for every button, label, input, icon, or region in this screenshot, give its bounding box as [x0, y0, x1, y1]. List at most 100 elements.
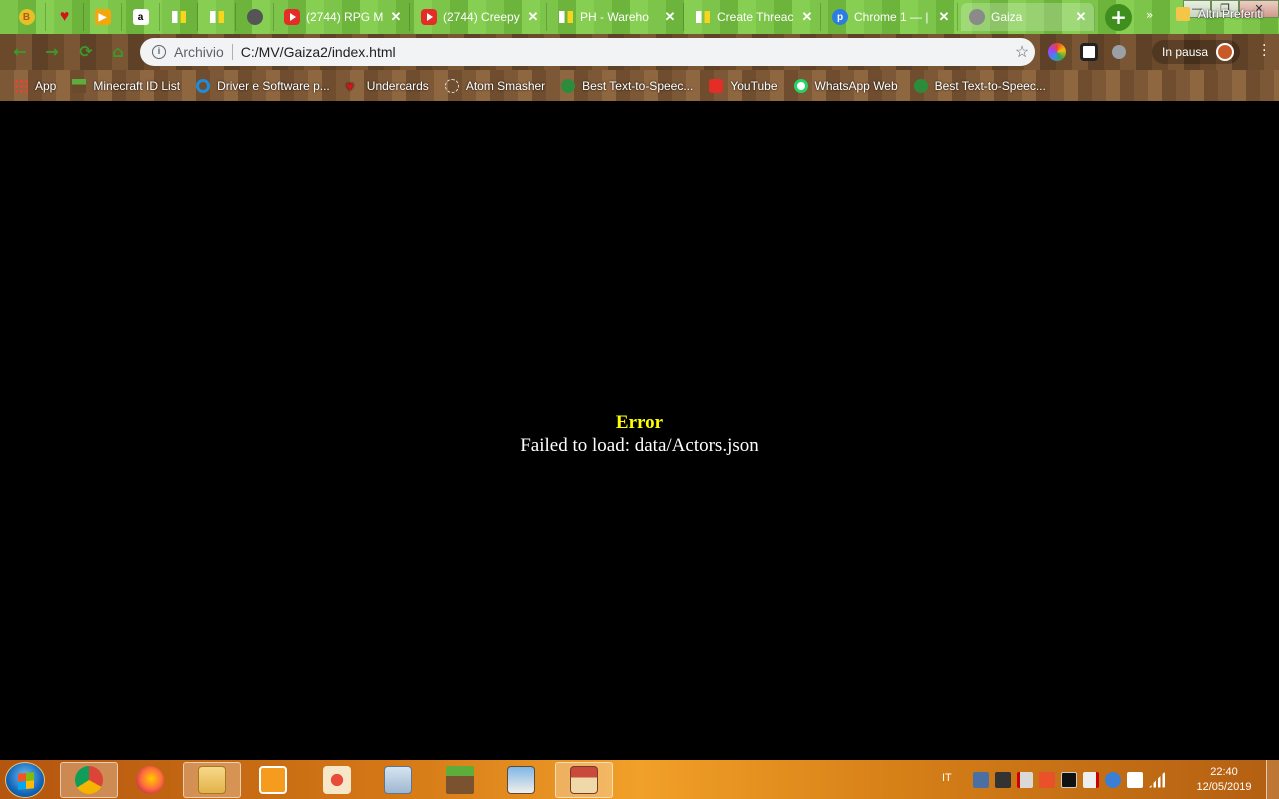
- taskbar-snipping-tool[interactable]: [308, 762, 366, 798]
- pinned-tab-5[interactable]: [160, 3, 198, 31]
- bookmark-text-to-speech-1[interactable]: Best Text-to-Speec...: [561, 78, 693, 93]
- media-player-icon: [259, 766, 287, 794]
- bookmark-atom-smasher[interactable]: Atom Smasher: [444, 78, 546, 93]
- close-icon[interactable]: ✕: [389, 9, 403, 25]
- taskbar-rpg-maker[interactable]: [492, 762, 550, 798]
- url-text[interactable]: C:/MV/Gaiza2/index.html: [241, 44, 1009, 60]
- network-adapter-icon[interactable]: [995, 771, 1011, 788]
- home-button[interactable]: ⌂: [108, 42, 128, 62]
- taskbar-explorer[interactable]: [183, 762, 241, 798]
- taskbar-media-player[interactable]: [244, 762, 302, 798]
- pinned-tab-3[interactable]: ▶: [84, 3, 122, 31]
- display-icon[interactable]: [1061, 771, 1077, 788]
- menu-icon[interactable]: · · ·: [1262, 39, 1268, 63]
- bookmark-label: App: [35, 78, 57, 93]
- address-bar[interactable]: i Archivio C:/MV/Gaiza2/index.html ☆: [140, 38, 1035, 66]
- pinned-tab-2[interactable]: ♥: [46, 3, 84, 31]
- mail-extension-icon[interactable]: [1112, 45, 1126, 59]
- heart-icon: ♥: [59, 8, 70, 25]
- flag-icon[interactable]: [1017, 771, 1033, 788]
- error-message: Failed to load: data/Actors.json: [520, 435, 759, 456]
- clock-time: 22:40: [1210, 766, 1238, 778]
- taskbar-rpg-game[interactable]: [555, 762, 613, 798]
- star-icon[interactable]: ☆: [1009, 42, 1035, 62]
- folder-icon: [1176, 7, 1190, 21]
- play-icon: ▶: [94, 9, 111, 25]
- youtube-icon: [284, 9, 300, 25]
- bookmarks-overflow-button[interactable]: »: [1146, 8, 1153, 22]
- reload-button[interactable]: ⟳: [76, 42, 96, 62]
- tab-creepy[interactable]: (2744) Creepy ✕: [413, 3, 547, 31]
- bookmark-label: Atom Smasher: [465, 78, 546, 93]
- close-icon[interactable]: ✕: [800, 9, 814, 25]
- taskbar-calculator[interactable]: [369, 762, 427, 798]
- pinned-tab-6[interactable]: [198, 3, 236, 31]
- tab-title: (2744) Creepy: [443, 10, 520, 24]
- bookmark-text-to-speech-2[interactable]: Best Text-to-Speec...: [913, 78, 1046, 93]
- color-picker-extension-icon[interactable]: [1048, 43, 1066, 61]
- rpg-maker-icon: [507, 766, 535, 794]
- tab-rpg[interactable]: (2744) RPG M ✕: [276, 3, 410, 31]
- taskbar-minecraft[interactable]: [431, 762, 489, 798]
- bookmark-app[interactable]: App: [14, 78, 57, 93]
- bookmark-minecraft-id-list[interactable]: Minecraft ID List: [72, 78, 181, 93]
- device-icon[interactable]: [1127, 771, 1143, 788]
- tab-title: Gaiza: [991, 10, 1023, 24]
- forward-button[interactable]: →: [42, 42, 62, 62]
- update-icon[interactable]: [1105, 771, 1121, 788]
- apps-grid-icon: [14, 78, 28, 93]
- bookmark-whatsapp-web[interactable]: WhatsApp Web: [793, 78, 898, 93]
- minecraft-icon: [446, 766, 474, 794]
- youtube-icon: [421, 9, 437, 25]
- bookmark-driver-software[interactable]: Driver e Software p...: [196, 78, 330, 93]
- bookmark-youtube[interactable]: YouTube: [709, 78, 778, 93]
- minecraft-icon: [72, 78, 87, 93]
- bookmark-label: Minecraft ID List: [93, 78, 181, 93]
- info-icon[interactable]: i: [152, 45, 166, 59]
- pinned-tab-4[interactable]: a: [122, 3, 160, 31]
- globe-icon: [561, 78, 576, 93]
- bookmark-undercards[interactable]: ♥ Undercards: [346, 79, 429, 93]
- profile-button[interactable]: In pausa: [1152, 40, 1241, 64]
- tab-create-thread[interactable]: Create Threac ✕: [687, 3, 821, 31]
- tab-warehouse[interactable]: PH - Wareho ✕: [550, 3, 684, 31]
- avatar: [1216, 43, 1235, 61]
- pinned-tab-7[interactable]: [236, 3, 274, 31]
- back-button[interactable]: ←: [10, 42, 30, 62]
- extension-icon[interactable]: [1080, 43, 1098, 61]
- security-icon[interactable]: [1039, 771, 1055, 788]
- close-icon[interactable]: ✕: [1074, 9, 1088, 25]
- close-icon[interactable]: ✕: [526, 9, 540, 25]
- show-desktop-button[interactable]: [1266, 760, 1279, 799]
- error-title: Error: [615, 412, 664, 433]
- hp-icon: [196, 78, 211, 93]
- pen-icon[interactable]: [973, 771, 989, 788]
- tab-chrome[interactable]: p Chrome 1 — | ✕: [824, 3, 958, 31]
- game-icon: [570, 766, 598, 794]
- pinned-tab-1[interactable]: B: [8, 3, 46, 31]
- folder-icon: [198, 766, 226, 794]
- signal-icon[interactable]: [1149, 771, 1165, 788]
- new-tab-button[interactable]: +: [1105, 4, 1132, 31]
- taskbar-firefox[interactable]: [121, 762, 179, 798]
- tab-title: Create Threac: [717, 10, 794, 24]
- clock[interactable]: 22:40 12/05/2019: [1186, 765, 1262, 795]
- bookmark-label: Best Text-to-Speec...: [934, 78, 1046, 93]
- start-button[interactable]: [5, 762, 45, 798]
- other-bookmarks-folder[interactable]: Altri Preferiti: [1176, 7, 1263, 21]
- close-icon[interactable]: ✕: [663, 9, 677, 25]
- tab-title: Chrome 1 — |: [854, 10, 929, 24]
- p-icon: p: [832, 9, 848, 25]
- clock-date: 12/05/2019: [1196, 781, 1252, 793]
- volume-muted-icon[interactable]: [1083, 771, 1099, 788]
- taskbar-chrome[interactable]: [60, 762, 118, 798]
- heart-icon: ♥: [345, 77, 355, 94]
- divider: [231, 44, 233, 60]
- tab-gaiza[interactable]: Gaiza ✕: [961, 3, 1095, 31]
- security-label: Archivio: [174, 44, 224, 60]
- whatsapp-icon: [793, 78, 808, 93]
- close-icon[interactable]: ✕: [937, 9, 951, 25]
- tab-title: (2744) RPG M: [306, 10, 383, 24]
- language-indicator[interactable]: IT: [942, 772, 952, 784]
- globe-icon: [913, 78, 928, 93]
